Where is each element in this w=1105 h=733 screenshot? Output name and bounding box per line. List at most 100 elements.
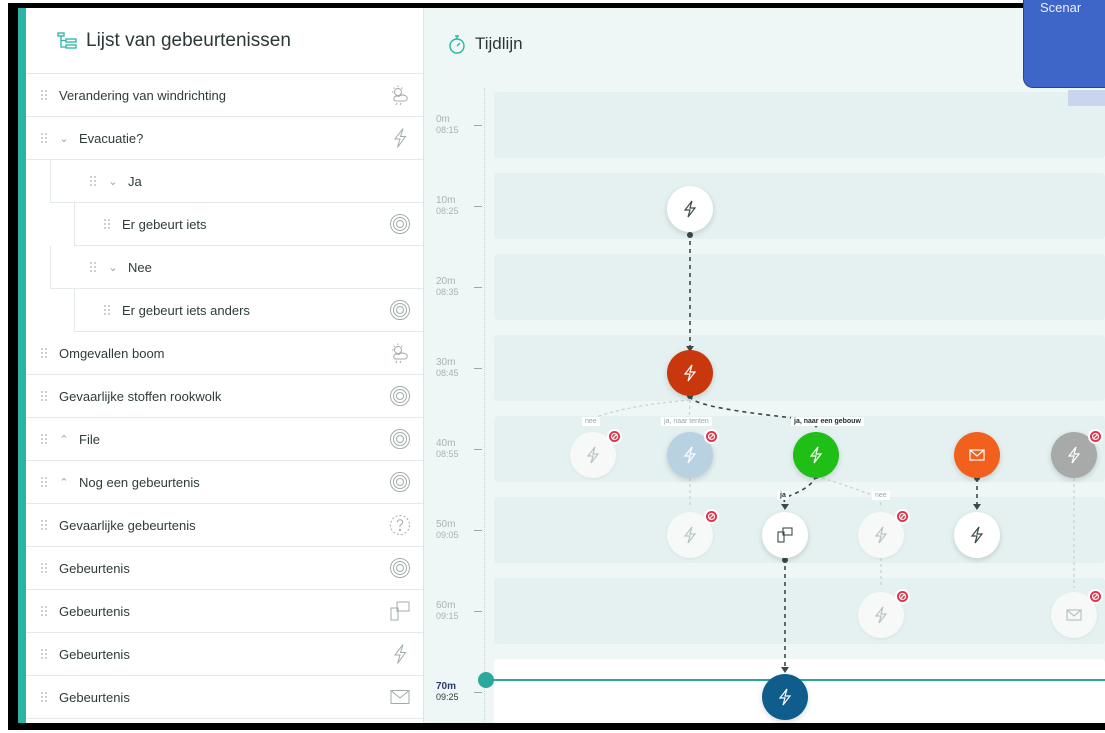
drag-handle-icon[interactable] bbox=[39, 691, 49, 703]
drag-handle-icon[interactable] bbox=[88, 175, 98, 187]
event-list-item[interactable]: Er gebeurt iets anders bbox=[74, 289, 423, 332]
event-list-item-label: Gebeurtenis bbox=[59, 603, 130, 619]
event-node[interactable] bbox=[1051, 429, 1103, 478]
drag-handle-icon[interactable] bbox=[39, 648, 49, 660]
lightning-icon bbox=[874, 526, 888, 544]
event-node[interactable] bbox=[667, 350, 713, 396]
disabled-badge bbox=[895, 589, 910, 604]
drag-handle-icon[interactable] bbox=[39, 89, 49, 101]
chevron-up-icon[interactable]: ⌃ bbox=[59, 476, 69, 489]
devices-icon bbox=[777, 527, 793, 543]
drag-handle-icon[interactable] bbox=[88, 261, 98, 273]
event-list-item[interactable]: Er gebeurt iets bbox=[74, 203, 423, 246]
event-list-item-label: Gevaarlijke stoffen rookwolk bbox=[59, 388, 222, 404]
target-icon bbox=[389, 385, 411, 407]
chevron-down-icon[interactable]: ⌄ bbox=[108, 175, 118, 188]
chevron-up-icon[interactable]: ⌃ bbox=[59, 433, 69, 446]
drag-handle-icon[interactable] bbox=[39, 390, 49, 402]
event-list-item-label: Omgevallen boom bbox=[59, 345, 165, 361]
timeline-panel: Tijdlijn 0m 08:15 10m 08:25 20m 08:35 30m 08:45… bbox=[424, 8, 1105, 723]
lightning-icon bbox=[874, 606, 888, 624]
event-list-item[interactable]: Omgevallen boom bbox=[26, 332, 423, 375]
lightning-icon bbox=[586, 446, 600, 464]
event-list-item[interactable]: Gebeurtenis bbox=[26, 547, 423, 590]
edge-label: nee bbox=[872, 491, 890, 500]
app: Lijst van gebeurtenissen Verandering van… bbox=[18, 8, 1105, 723]
event-list-item-label: Gebeurtenis bbox=[59, 560, 130, 576]
question-icon bbox=[389, 514, 411, 536]
event-node[interactable] bbox=[667, 509, 719, 558]
lightning-icon bbox=[683, 446, 697, 464]
device-node[interactable] bbox=[762, 512, 808, 558]
event-list-item[interactable]: Gebeurtenis bbox=[26, 633, 423, 676]
event-list-title: Lijst van gebeurtenissen bbox=[86, 29, 291, 51]
devices-icon bbox=[389, 600, 411, 622]
event-list-item[interactable]: ⌃ Nog een gebeurtenis bbox=[26, 461, 423, 504]
disabled-badge bbox=[1088, 429, 1103, 444]
event-list-item-label: Nog een gebeurtenis bbox=[79, 474, 200, 490]
target-icon bbox=[389, 428, 411, 450]
event-list-item-label: File bbox=[79, 431, 100, 447]
disabled-badge bbox=[1088, 589, 1103, 604]
lightning-icon bbox=[389, 643, 411, 665]
event-node[interactable] bbox=[570, 429, 622, 478]
event-node[interactable] bbox=[858, 509, 910, 558]
event-list-panel: Lijst van gebeurtenissen Verandering van… bbox=[26, 8, 424, 723]
drag-handle-icon[interactable] bbox=[39, 476, 49, 488]
event-list-item-label: Verandering van windrichting bbox=[59, 87, 226, 103]
event-list-item-label: Ja bbox=[128, 173, 142, 189]
event-list-item[interactable]: Gevaarlijke stoffen rookwolk bbox=[26, 375, 423, 418]
lightning-icon bbox=[683, 200, 697, 218]
event-list-item-label: Nee bbox=[128, 259, 152, 275]
scenario-tab-shadow bbox=[1068, 90, 1105, 106]
list-tree-icon bbox=[57, 31, 77, 49]
mail-icon bbox=[969, 449, 985, 461]
edge-label: ja, naar een gebouw bbox=[791, 417, 864, 426]
flow-connectors bbox=[592, 232, 1075, 673]
message-node[interactable] bbox=[954, 432, 1000, 478]
event-node[interactable] bbox=[793, 432, 839, 478]
event-list-item-label: Gevaarlijke gebeurtenis bbox=[59, 517, 196, 533]
event-list-header: Lijst van gebeurtenissen bbox=[26, 8, 423, 74]
lightning-icon bbox=[1067, 446, 1081, 464]
event-list-item-label: Gebeurtenis bbox=[59, 689, 130, 705]
drag-handle-icon[interactable] bbox=[39, 132, 49, 144]
disabled-badge bbox=[895, 509, 910, 524]
drag-handle-icon[interactable] bbox=[39, 605, 49, 617]
event-list-item[interactable]: ⌃ File bbox=[26, 418, 423, 461]
lightning-icon bbox=[683, 526, 697, 544]
mail-icon bbox=[389, 686, 411, 708]
disabled-badge bbox=[704, 429, 719, 444]
accent-bar bbox=[18, 8, 26, 723]
event-node[interactable] bbox=[858, 589, 910, 638]
event-list-item[interactable]: ⌄ Ja bbox=[50, 160, 423, 203]
chevron-down-icon[interactable]: ⌄ bbox=[59, 132, 69, 145]
current-time-handle[interactable] bbox=[478, 672, 494, 688]
disabled-badge bbox=[607, 429, 622, 444]
chevron-down-icon[interactable]: ⌄ bbox=[108, 261, 118, 274]
weather-icon bbox=[389, 84, 411, 106]
event-node[interactable] bbox=[667, 186, 713, 232]
target-icon bbox=[389, 471, 411, 493]
event-list-item[interactable]: ⌄ Nee bbox=[50, 246, 423, 289]
disabled-badge bbox=[704, 509, 719, 524]
drag-handle-icon[interactable] bbox=[39, 519, 49, 531]
event-list-item[interactable]: ⌄ Evacuatie? bbox=[26, 117, 423, 160]
drag-handle-icon[interactable] bbox=[39, 433, 49, 445]
event-list-item[interactable]: Gebeurtenis bbox=[26, 676, 423, 719]
event-list-item[interactable]: Gebeurtenis bbox=[26, 590, 423, 633]
message-node[interactable] bbox=[1051, 589, 1103, 638]
drag-handle-icon[interactable] bbox=[39, 347, 49, 359]
event-node[interactable] bbox=[762, 674, 808, 720]
weather-icon bbox=[389, 342, 411, 364]
scenario-tab-label: Scenar bbox=[1040, 0, 1082, 15]
drag-handle-icon[interactable] bbox=[102, 304, 112, 316]
event-list-item[interactable]: Gevaarlijke gebeurtenis bbox=[26, 504, 423, 547]
drag-handle-icon[interactable] bbox=[39, 562, 49, 574]
drag-handle-icon[interactable] bbox=[102, 218, 112, 230]
event-list-item[interactable]: Verandering van windrichting bbox=[26, 74, 423, 117]
scenario-tab[interactable]: Scenar bbox=[1023, 0, 1105, 88]
event-node[interactable] bbox=[667, 429, 719, 478]
event-node[interactable] bbox=[954, 512, 1000, 558]
lightning-icon bbox=[683, 364, 697, 382]
